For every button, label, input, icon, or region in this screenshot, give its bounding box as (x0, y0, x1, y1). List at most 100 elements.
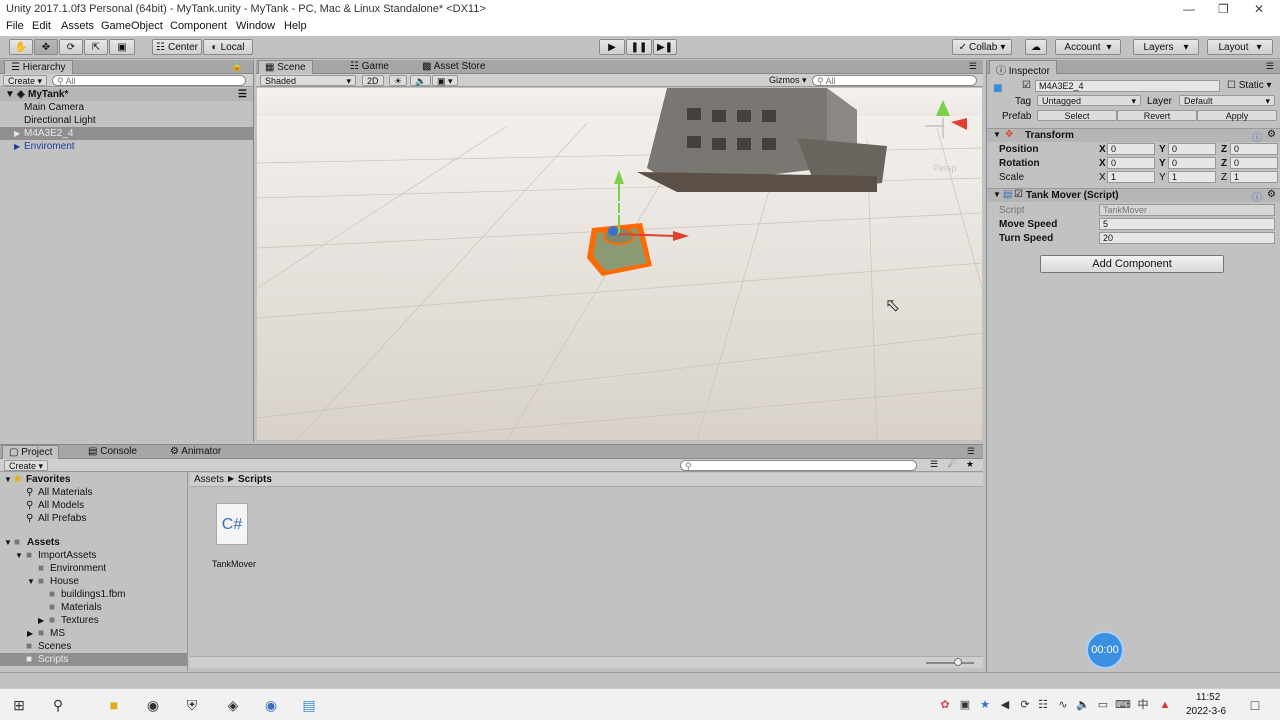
tray-app-icon[interactable]: ▣ (956, 697, 974, 713)
static-checkbox[interactable]: ☐ Static ▾ (1227, 80, 1272, 91)
prefab-apply-button[interactable]: Apply (1197, 110, 1277, 121)
add-component-button[interactable]: Add Component (1040, 255, 1224, 273)
folder-materials[interactable]: ■ Materials (0, 601, 187, 614)
hierarchy-item-main-camera[interactable]: Main Camera (0, 101, 253, 114)
active-checkbox[interactable]: ☑ (1022, 80, 1031, 91)
menu-gameobject[interactable]: GameObject (101, 20, 163, 32)
shield-icon[interactable]: ⛨ (183, 697, 201, 713)
hierarchy-search-input[interactable]: ⚲ All (52, 75, 246, 86)
rect-tool-icon[interactable]: ▣ (109, 39, 135, 55)
zoom-slider[interactable] (926, 662, 974, 664)
hierarchy-item-enviroment[interactable]: ▶ Enviroment (0, 140, 253, 153)
lighting-toggle[interactable]: ☀ (389, 75, 408, 86)
menu-file[interactable]: File (6, 20, 24, 32)
tray-sync-icon[interactable]: ⟳ (1016, 697, 1034, 713)
folder-importassets[interactable]: ▼ ■ ImportAssets (0, 549, 187, 562)
assets-row[interactable]: ▼ ■ Assets (0, 536, 187, 549)
script-enabled-checkbox[interactable]: ☑ (1014, 189, 1023, 200)
ime-app-icon[interactable]: ▲ (1156, 697, 1174, 713)
lock-icon[interactable]: 🔒 (232, 61, 243, 72)
scale-z-field[interactable]: 1 (1230, 171, 1278, 183)
ime-indicator[interactable]: 中 (1134, 697, 1152, 713)
account-button[interactable]: Account ▾ (1055, 39, 1121, 55)
menu-window[interactable]: Window (236, 20, 275, 32)
scene-row[interactable]: ▼ ◈ MyTank* ☰ (0, 88, 253, 101)
object-name-field[interactable]: M4A3E2_4 (1035, 80, 1220, 92)
hierarchy-item-tank[interactable]: ▶ M4A3E2_4 (0, 127, 253, 140)
project-search-input[interactable]: ⚲ (680, 460, 917, 471)
script-header[interactable]: ▼ ▤ ☑ Tank Mover (Script) ⓘ ⚙ (987, 188, 1280, 204)
position-y-label[interactable]: Y (1159, 144, 1166, 155)
favorite-star-icon[interactable]: ★ (966, 459, 974, 470)
menu-help[interactable]: Help (284, 20, 307, 32)
expand-icon[interactable]: ▶ (14, 140, 20, 153)
prefab-revert-button[interactable]: Revert (1117, 110, 1197, 121)
folder-house[interactable]: ▼ ■ House (0, 575, 187, 588)
prefab-select-button[interactable]: Select (1037, 110, 1117, 121)
project-create-dropdown[interactable]: Create ▾ (4, 460, 49, 471)
keyboard-icon[interactable]: ⌨ (1114, 697, 1132, 713)
effects-dropdown[interactable]: ▣ ▾ (432, 75, 458, 86)
menu-component[interactable]: Component (170, 20, 227, 32)
unity-hub-icon[interactable]: ◉ (144, 697, 162, 713)
gear-icon[interactable]: ⚙ (1267, 189, 1276, 200)
favorite-all-models[interactable]: ⚲ All Models (0, 499, 187, 512)
scene-viewport[interactable]: Persp ⬁ (257, 88, 982, 440)
tab-hierarchy[interactable]: ☰ Hierarchy (4, 60, 73, 74)
windows-start-icon[interactable]: ⊞ (10, 697, 28, 713)
file-explorer-icon[interactable]: ■ (105, 697, 123, 713)
tab-animator[interactable]: ⚙ Animator (164, 445, 227, 459)
restore-icon[interactable]: ❐ (1218, 2, 1229, 16)
position-y-field[interactable]: 0 (1168, 143, 1216, 155)
folder-textures[interactable]: ▶ ■ Textures (0, 614, 187, 627)
scene-search-input[interactable]: ⚲ All (812, 75, 977, 86)
step-button[interactable]: ▶❚ (653, 39, 677, 55)
minimize-icon[interactable]: — (1183, 2, 1195, 16)
tab-console[interactable]: ▤ Console (82, 445, 143, 459)
persp-label[interactable]: Persp (933, 163, 957, 173)
help-icon[interactable]: ⓘ (1252, 129, 1262, 144)
hierarchy-item-directional-light[interactable]: Directional Light (0, 114, 253, 127)
tab-scene[interactable]: ▦ Scene (258, 60, 313, 74)
search-icon[interactable]: ⚲ (49, 697, 67, 713)
rotation-y-label[interactable]: Y (1159, 158, 1166, 169)
menu-assets[interactable]: Assets (61, 20, 94, 32)
wifi-icon[interactable]: ∿ (1054, 697, 1072, 713)
favorite-all-prefabs[interactable]: ⚲ All Prefabs (0, 512, 187, 525)
position-x-label[interactable]: X (1099, 144, 1106, 155)
cloud-button[interactable]: ☁ (1025, 39, 1047, 55)
tray-arrow-icon[interactable]: ◀ (996, 697, 1014, 713)
folder-scripts[interactable]: ■ Scripts (0, 653, 187, 666)
position-z-field[interactable]: 0 (1230, 143, 1278, 155)
collab-button[interactable]: ✓ Collab ▾ (952, 39, 1012, 55)
tag-dropdown[interactable]: Untagged ▾ (1037, 95, 1141, 106)
transform-header[interactable]: ▼ ✥ Transform ⓘ ⚙ (987, 128, 1280, 144)
help-icon[interactable]: ⓘ (1252, 189, 1262, 204)
notepad-icon[interactable]: ▤ (300, 697, 318, 713)
asset-tankmover[interactable]: C# TankMover (212, 501, 256, 569)
pivot-center-button[interactable]: ☷ Center (152, 39, 202, 55)
favorites-row[interactable]: ▼ ★ Favorites (0, 473, 187, 486)
scale-x-field[interactable]: 1 (1107, 171, 1155, 183)
tab-inspector[interactable]: ⓘ Inspector (989, 60, 1057, 77)
rotate-tool-icon[interactable]: ⟳ (59, 39, 83, 55)
scene-menu-icon[interactable]: ☰ (238, 88, 247, 101)
close-icon[interactable]: ✕ (1254, 2, 1264, 16)
mode-2d-toggle[interactable]: 2D (362, 75, 384, 86)
layers-button[interactable]: Layers ▾ (1133, 39, 1199, 55)
gizmos-dropdown[interactable]: Gizmos ▾ (765, 75, 811, 86)
globe-icon[interactable]: ◉ (262, 697, 280, 713)
scale-y-field[interactable]: 1 (1168, 171, 1216, 183)
rotation-z-label[interactable]: Z (1221, 158, 1227, 169)
favorite-all-materials[interactable]: ⚲ All Materials (0, 486, 187, 499)
speaker-icon[interactable]: 🔈 (1074, 697, 1092, 713)
tab-game[interactable]: ☷ Game (344, 60, 395, 74)
hierarchy-create-dropdown[interactable]: Create ▾ (3, 75, 48, 86)
audio-toggle[interactable]: 🔈 (410, 75, 432, 86)
folder-buildings1-fbm[interactable]: ■ buildings1.fbm (0, 588, 187, 601)
pivot-local-button[interactable]: ◐ Local (203, 39, 253, 55)
shading-dropdown[interactable]: Shaded ▾ (260, 75, 356, 86)
layer-dropdown[interactable]: Default ▾ (1179, 95, 1275, 106)
flower-icon[interactable]: ✿ (936, 697, 954, 713)
hand-tool-icon[interactable]: ✋ (9, 39, 33, 55)
